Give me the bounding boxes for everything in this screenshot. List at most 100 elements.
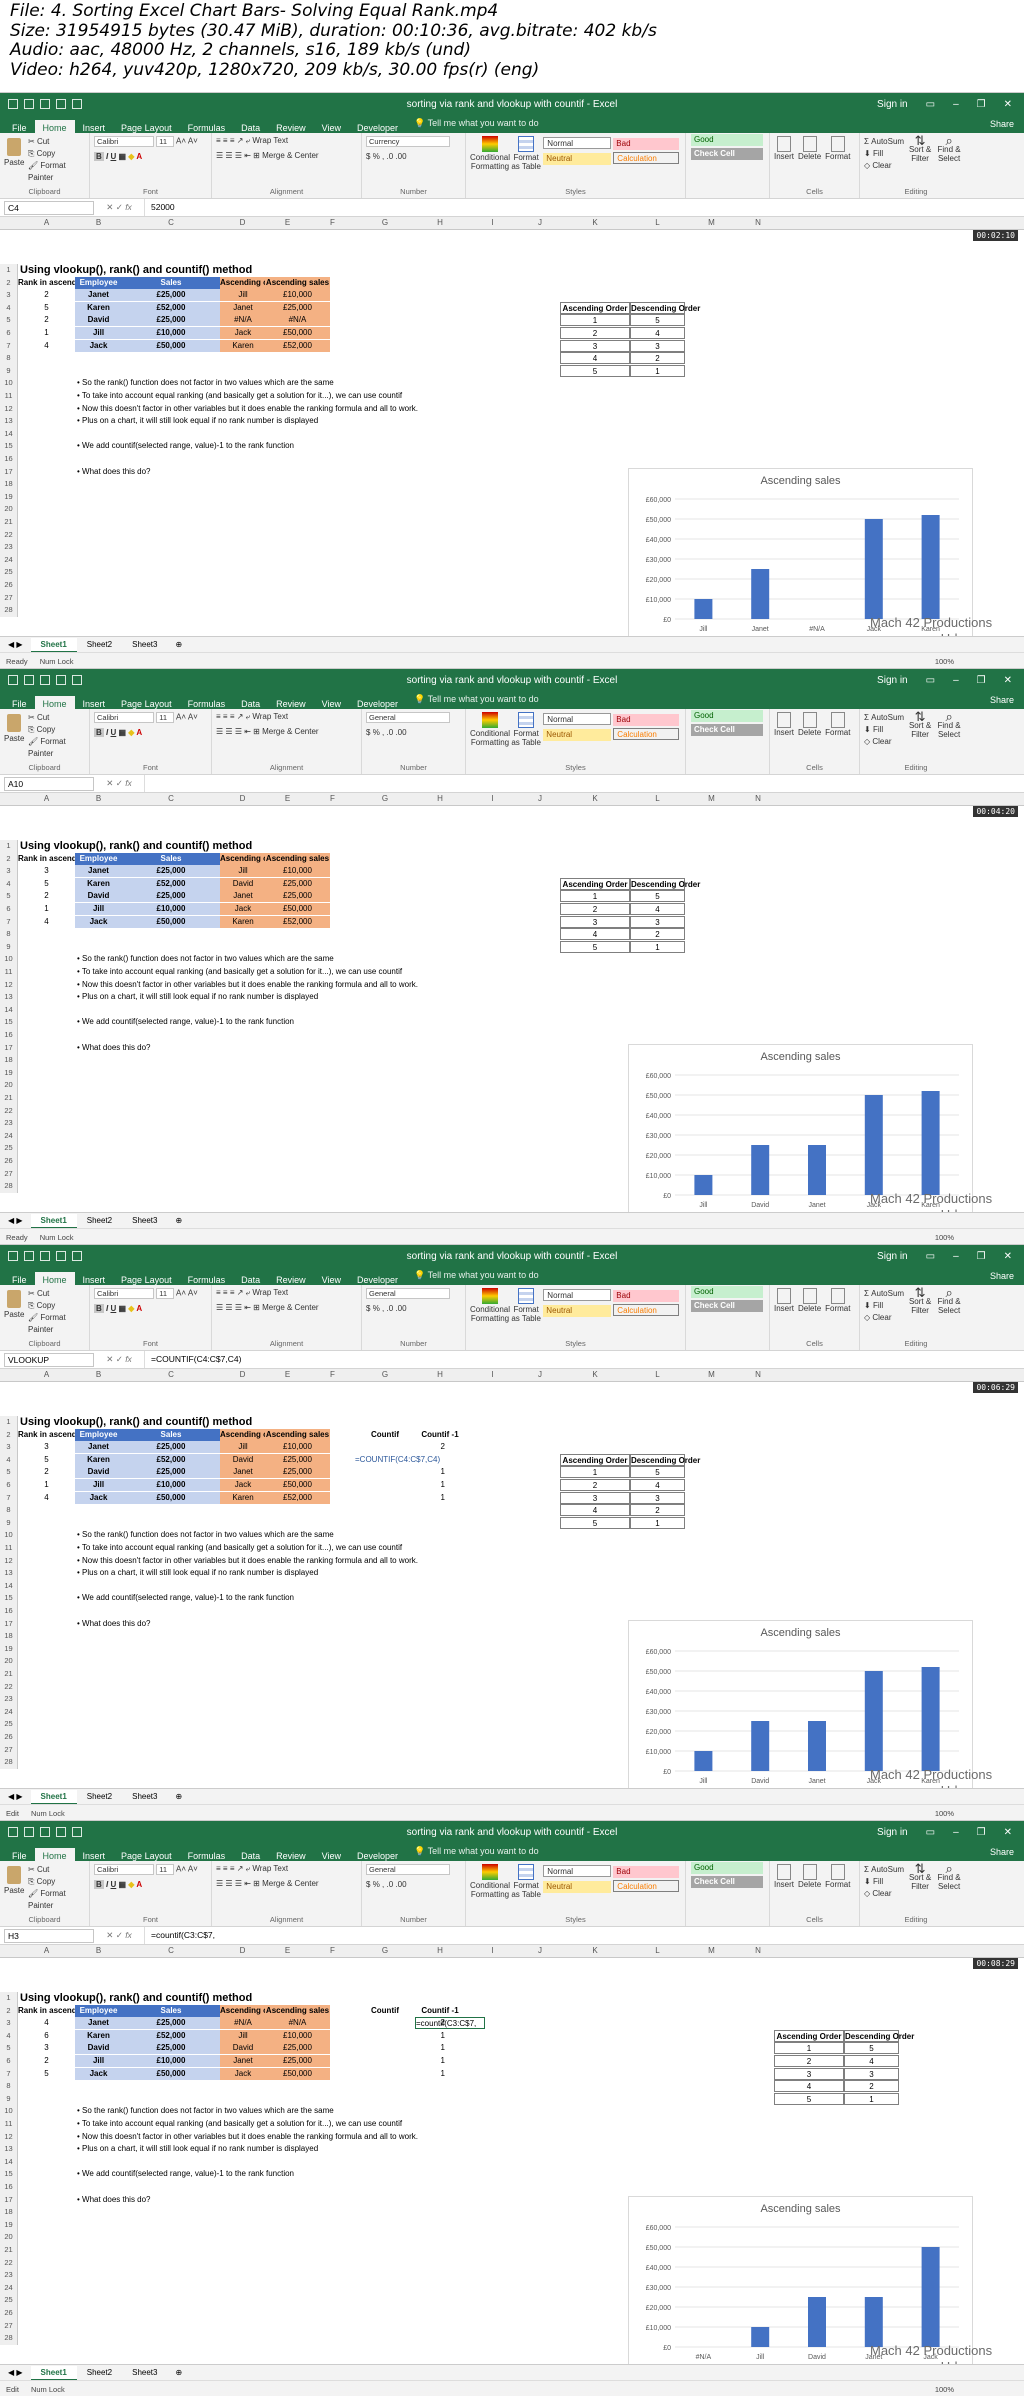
clear-button[interactable]: ◇ Clear [864,1312,904,1324]
open-icon[interactable] [40,675,50,685]
rank-cell[interactable]: 3 [18,865,75,877]
ascending-order-cell[interactable]: Karen [220,1491,266,1504]
ascending-sales-cell[interactable]: £52,000 [265,915,330,928]
conditional-formatting-icon[interactable] [482,1288,498,1304]
row-header-2[interactable]: 2 [0,276,18,290]
restore-icon[interactable]: ❐ [977,675,986,686]
row-header-28[interactable]: 28 [0,1180,18,1193]
style-normal[interactable]: Normal [543,137,612,149]
row-header-19[interactable]: 19 [0,1642,18,1656]
column-header-G[interactable]: G [355,794,415,803]
align-left-icon[interactable]: ☰ [216,1303,223,1312]
column-header-M[interactable]: M [685,794,738,803]
sign-in-link[interactable]: Sign in [877,99,908,110]
zoom-level[interactable]: 100% [935,1233,1024,1242]
row-header-11[interactable]: 11 [0,2118,18,2131]
number-format-box[interactable]: Currency [366,136,450,147]
cancel-icon[interactable]: ✕ [106,1930,113,1940]
column-header-F[interactable]: F [310,1946,355,1955]
save-icon[interactable] [8,1251,18,1261]
scroll-tabs-icon[interactable]: ◀ ▶ [0,640,31,649]
header-rank[interactable]: Rank in ascending order [18,853,111,865]
insert-icon[interactable] [777,1288,791,1304]
clear-button[interactable]: ◇ Clear [864,1888,904,1900]
decrease-decimal-icon[interactable]: .00 [395,1880,406,1889]
minimize-icon[interactable]: – [953,1251,959,1262]
header-descending-order-list[interactable]: Descending Order [630,1453,700,1466]
row-header-27[interactable]: 27 [0,1167,18,1181]
row-header-24[interactable]: 24 [0,1705,18,1719]
employee-cell[interactable]: Jack [75,339,122,352]
chart-bar-david[interactable] [808,2297,826,2347]
scroll-tabs-icon[interactable]: ◀ ▶ [0,1216,31,1225]
ascending-sales-cell[interactable]: £50,000 [265,1479,330,1491]
delete-label[interactable]: Delete [798,1880,821,1889]
ascending-order-cell[interactable]: #N/A [220,2017,266,2030]
column-header-H[interactable]: H [415,218,465,227]
zoom-level[interactable]: 100% [935,657,1024,666]
redo-icon[interactable] [72,99,82,109]
employee-cell[interactable]: Janet [75,865,122,878]
column-header-K[interactable]: K [560,1946,630,1955]
ascending-order-value[interactable]: 4 [560,352,630,365]
share-button[interactable]: Share [980,116,1024,133]
row-header-13[interactable]: 13 [0,2143,18,2156]
chart-bar-jack[interactable] [864,1671,883,1771]
close-icon[interactable]: ✕ [1004,1827,1012,1838]
find-select-label[interactable]: Find & Select [938,145,961,163]
comma-icon[interactable]: , [382,1304,384,1313]
ascending-order-value[interactable]: 4 [560,1504,630,1517]
format-as-table-label[interactable]: Format as Table [511,1881,541,1899]
clear-button[interactable]: ◇ Clear [864,160,904,172]
ascending-sales-cell[interactable]: £50,000 [265,2067,330,2080]
decrease-decimal-icon[interactable]: .00 [395,1304,406,1313]
conditional-formatting-label[interactable]: Conditional Formatting [470,1881,510,1899]
font-color-icon[interactable]: A [136,152,142,161]
underline-button[interactable]: U [110,1880,116,1889]
ascending-sales-cell[interactable]: £50,000 [265,327,330,339]
sheet-title[interactable]: Using vlookup(), rank() and countif() me… [20,1992,320,2004]
increase-decimal-icon[interactable]: .0 [387,1880,394,1889]
countif-cell[interactable]: 1 [355,2042,445,2054]
header-countif-minus-1[interactable]: Countif -1 [415,1429,465,1441]
delete-icon[interactable] [802,1864,817,1880]
note-text[interactable]: • Plus on a chart, it will still look eq… [77,2143,637,2155]
percent-icon[interactable]: % [373,152,380,161]
style-bad[interactable]: Bad [613,714,680,726]
chart-bar-janet[interactable] [808,1145,826,1195]
employee-cell[interactable]: David [75,890,122,903]
tell-me-box[interactable]: 💡 Tell me what you want to do [406,691,547,709]
note-text[interactable]: • We add countif(selected range, value)-… [77,2168,637,2180]
autosum-button[interactable]: Σ AutoSum [864,712,904,724]
header-sales[interactable]: Sales [122,852,220,865]
italic-button[interactable]: I [106,152,108,161]
style-neutral[interactable]: Neutral [543,1881,612,1893]
tell-me-box[interactable]: 💡 Tell me what you want to do [406,115,547,133]
rank-cell[interactable]: 1 [18,903,75,915]
font-name-box[interactable]: Calibri [94,712,154,723]
grow-font-icon[interactable]: A˄ [176,1289,186,1298]
header-rank[interactable]: Rank in ascending order [18,1429,111,1441]
descending-order-value[interactable]: 3 [630,915,685,928]
row-header-18[interactable]: 18 [0,1630,18,1643]
cancel-icon[interactable]: ✕ [106,202,113,212]
wrap-text-button[interactable]: ⤶ Wrap Text [246,1864,288,1873]
sort-filter-icon[interactable]: ⇅ [908,1286,932,1299]
row-header-14[interactable]: 14 [0,1579,18,1593]
column-header-A[interactable]: A [18,218,75,227]
comma-icon[interactable]: , [382,1880,384,1889]
column-header-E[interactable]: E [265,1370,310,1379]
sales-cell[interactable]: £50,000 [122,339,220,352]
row-header-20[interactable]: 20 [0,1079,18,1092]
align-left-icon[interactable]: ☰ [216,151,223,160]
column-header-J[interactable]: J [520,1370,560,1379]
format-painter-button[interactable]: 🖌 Format Painter [28,1312,85,1336]
note-text[interactable]: • We add countif(selected range, value)-… [77,440,637,452]
descending-order-value[interactable]: 5 [844,2042,899,2055]
column-header-I[interactable]: I [465,794,520,803]
borders-icon[interactable]: ▦ [119,728,127,737]
ascending-order-value[interactable]: 4 [560,928,630,941]
row-header-25[interactable]: 25 [0,2294,18,2307]
column-header-N[interactable]: N [738,218,778,227]
insert-icon[interactable] [777,136,791,152]
